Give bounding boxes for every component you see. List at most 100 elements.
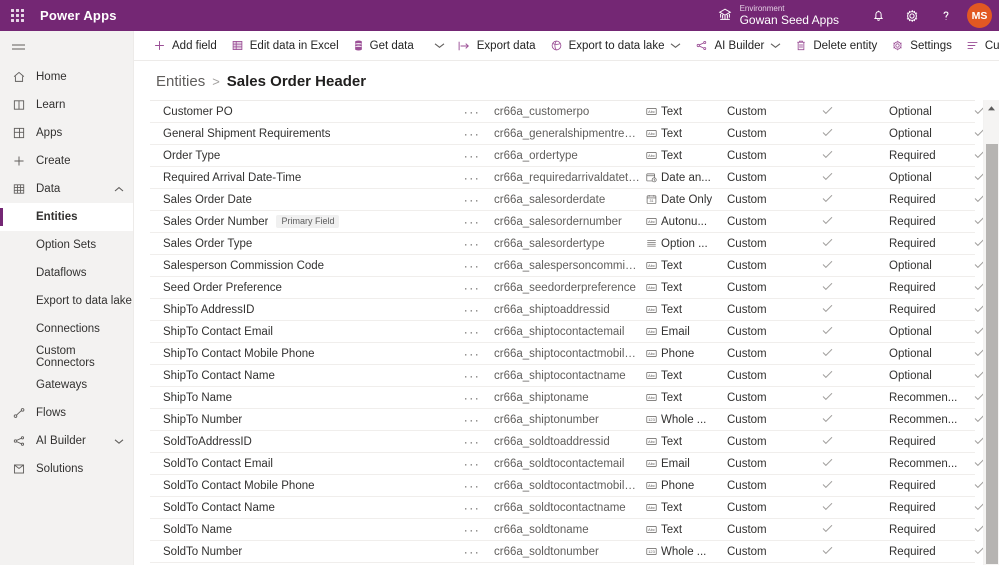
table-row[interactable]: Seed Order Preference ··· cr66a_seedorderp… xyxy=(150,277,985,299)
field-display-name-cell[interactable]: Sales Order Date xyxy=(150,194,450,206)
table-row[interactable]: General Shipment Requirements ··· cr66a_ge… xyxy=(150,123,985,145)
waffle-icon[interactable] xyxy=(0,0,34,31)
row-more-options-icon[interactable]: ··· xyxy=(450,369,494,383)
field-display-name-cell[interactable]: SoldTo Contact Mobile Phone xyxy=(150,480,450,492)
row-more-options-icon[interactable]: ··· xyxy=(450,413,494,427)
sidebar-item-flows[interactable]: Flows xyxy=(0,399,133,427)
row-more-options-icon[interactable]: ··· xyxy=(450,523,494,537)
row-more-options-icon[interactable]: ··· xyxy=(450,457,494,471)
sidebar-item-home[interactable]: Home xyxy=(0,63,133,91)
breadcrumb-parent-link[interactable]: Entities xyxy=(156,73,205,90)
row-more-options-icon[interactable]: ··· xyxy=(450,435,494,449)
sidebar-item-entities[interactable]: Entities xyxy=(0,203,133,231)
sidebar-item-connections[interactable]: Connections xyxy=(0,315,133,343)
sidebar-item-apps[interactable]: Apps xyxy=(0,119,133,147)
table-row[interactable]: Sales Order Type ··· cr66a_salesordertype O… xyxy=(150,233,985,255)
sidebar-item-data[interactable]: Data xyxy=(0,175,133,203)
sidebar-item-create[interactable]: Create xyxy=(0,147,133,175)
table-row[interactable]: SoldTo Name ··· cr66a_soldtoname Abc Text Cus… xyxy=(150,519,985,541)
sidebar-item-custom-connectors[interactable]: Custom Connectors xyxy=(0,343,133,371)
field-display-name-cell[interactable]: Customer PO xyxy=(150,106,450,118)
row-more-options-icon[interactable]: ··· xyxy=(450,193,494,207)
sidebar-item-gateways[interactable]: Gateways xyxy=(0,371,133,399)
bell-icon[interactable] xyxy=(861,0,895,31)
field-display-name-cell[interactable]: Sales Order Type xyxy=(150,238,450,250)
delete-entity-button[interactable]: Delete entity xyxy=(788,31,884,60)
export-data-button[interactable]: Export data xyxy=(450,31,543,60)
scrollbar-thumb[interactable] xyxy=(986,144,998,564)
row-more-options-icon[interactable]: ··· xyxy=(450,259,494,273)
row-more-options-icon[interactable]: ··· xyxy=(450,215,494,229)
field-display-name-cell[interactable]: ShipTo Contact Name xyxy=(150,370,450,382)
table-row[interactable]: Required Arrival Date-Time ··· cr66a_requi… xyxy=(150,167,985,189)
sidebar-item-ai-builder[interactable]: AI Builder xyxy=(0,427,133,455)
field-display-name-cell[interactable]: SoldTo Contact Email xyxy=(150,458,450,470)
table-row[interactable]: SoldTo Contact Name ··· cr66a_soldtocontac… xyxy=(150,497,985,519)
sidebar-item-option-sets[interactable]: Option Sets xyxy=(0,231,133,259)
row-more-options-icon[interactable]: ··· xyxy=(450,545,494,559)
row-more-options-icon[interactable]: ··· xyxy=(450,281,494,295)
table-row[interactable]: ShipTo Contact Name ··· cr66a_shiptocontac… xyxy=(150,365,985,387)
row-more-options-icon[interactable]: ··· xyxy=(450,237,494,251)
chevron-up-icon[interactable] xyxy=(114,184,124,196)
scroll-up-icon[interactable] xyxy=(984,100,999,116)
table-row[interactable]: ShipTo AddressID ··· cr66a_shiptoaddressid… xyxy=(150,299,985,321)
settings-button[interactable]: Settings xyxy=(884,31,959,60)
field-display-name-cell[interactable]: Required Arrival Date-Time xyxy=(150,172,450,184)
environment-picker[interactable]: Environment Gowan Seed Apps xyxy=(717,4,839,27)
get-data-button[interactable]: Get data xyxy=(346,31,421,60)
row-more-options-icon[interactable]: ··· xyxy=(450,391,494,405)
table-row[interactable]: SoldToAddressID ··· cr66a_soldtoaddressid A… xyxy=(150,431,985,453)
field-display-name-cell[interactable]: SoldToAddressID xyxy=(150,436,450,448)
field-display-name-cell[interactable]: ShipTo Number xyxy=(150,414,450,426)
field-display-name-cell[interactable]: Sales Order Number Primary Field xyxy=(150,215,450,228)
row-more-options-icon[interactable]: ··· xyxy=(450,105,494,119)
field-display-name-cell[interactable]: ShipTo Contact Mobile Phone xyxy=(150,348,450,360)
ai-builder-button[interactable]: AI Builder xyxy=(688,31,788,60)
chevron-down-icon[interactable] xyxy=(114,436,124,448)
get-data-overflow-caret[interactable] xyxy=(429,31,450,60)
table-row[interactable]: ShipTo Name ··· cr66a_shiptoname Abc Text Cus… xyxy=(150,387,985,409)
row-more-options-icon[interactable]: ··· xyxy=(450,479,494,493)
table-row[interactable]: Sales Order Number Primary Field ··· cr66a_… xyxy=(150,211,985,233)
edit-data-in-excel-button[interactable]: Edit data in Excel xyxy=(224,31,346,60)
sidebar-item-solutions[interactable]: Solutions xyxy=(0,455,133,483)
row-more-options-icon[interactable]: ··· xyxy=(450,127,494,141)
table-row[interactable]: SoldTo Number ··· cr66a_soldtonumber 123 Who… xyxy=(150,541,985,563)
app-title[interactable]: Power Apps xyxy=(40,8,117,23)
row-more-options-icon[interactable]: ··· xyxy=(450,347,494,361)
table-row[interactable]: ShipTo Contact Email ··· cr66a_shiptoconta… xyxy=(150,321,985,343)
field-display-name-cell[interactable]: ShipTo Name xyxy=(150,392,450,404)
field-display-name-cell[interactable]: Seed Order Preference xyxy=(150,282,450,294)
field-display-name-cell[interactable]: Order Type xyxy=(150,150,450,162)
table-row[interactable]: Customer PO ··· cr66a_customerpo Abc Text Cus… xyxy=(150,101,985,123)
question-icon[interactable] xyxy=(929,0,963,31)
sidebar-item-export-to-data-lake[interactable]: Export to data lake xyxy=(0,287,133,315)
field-display-name-cell[interactable]: SoldTo Name xyxy=(150,524,450,536)
row-more-options-icon[interactable]: ··· xyxy=(450,149,494,163)
add-field-button[interactable]: Add field xyxy=(146,31,224,60)
table-row[interactable]: ShipTo Contact Mobile Phone ··· cr66a_ship… xyxy=(150,343,985,365)
table-row[interactable]: Order Type ··· cr66a_ordertype Abc Text Custo… xyxy=(150,145,985,167)
table-row[interactable]: Salesperson Commission Code ··· cr66a_sale… xyxy=(150,255,985,277)
sidebar-item-dataflows[interactable]: Dataflows xyxy=(0,259,133,287)
table-row[interactable]: SoldTo Contact Email ··· cr66a_soldtoconta… xyxy=(150,453,985,475)
field-display-name-cell[interactable]: Salesperson Commission Code xyxy=(150,260,450,272)
export-to-data-lake-button[interactable]: Export to data lake xyxy=(543,31,689,60)
table-row[interactable]: ShipTo Number ··· cr66a_shiptonumber 123 Who… xyxy=(150,409,985,431)
table-row[interactable]: Sales Order Date ··· cr66a_salesorderdate 3… xyxy=(150,189,985,211)
sidebar-item-learn[interactable]: Learn xyxy=(0,91,133,119)
hamburger-icon[interactable] xyxy=(0,33,133,63)
field-display-name-cell[interactable]: SoldTo Number xyxy=(150,546,450,558)
custom-view-button[interactable]: Custom xyxy=(959,31,999,60)
row-more-options-icon[interactable]: ··· xyxy=(450,501,494,515)
field-display-name-cell[interactable]: ShipTo Contact Email xyxy=(150,326,450,338)
gear-icon[interactable] xyxy=(895,0,929,31)
row-more-options-icon[interactable]: ··· xyxy=(450,325,494,339)
row-more-options-icon[interactable]: ··· xyxy=(450,303,494,317)
field-display-name-cell[interactable]: General Shipment Requirements xyxy=(150,128,450,140)
field-display-name-cell[interactable]: ShipTo AddressID xyxy=(150,304,450,316)
row-more-options-icon[interactable]: ··· xyxy=(450,171,494,185)
field-display-name-cell[interactable]: SoldTo Contact Name xyxy=(150,502,450,514)
table-row[interactable]: SoldTo Contact Mobile Phone ··· cr66a_sold… xyxy=(150,475,985,497)
